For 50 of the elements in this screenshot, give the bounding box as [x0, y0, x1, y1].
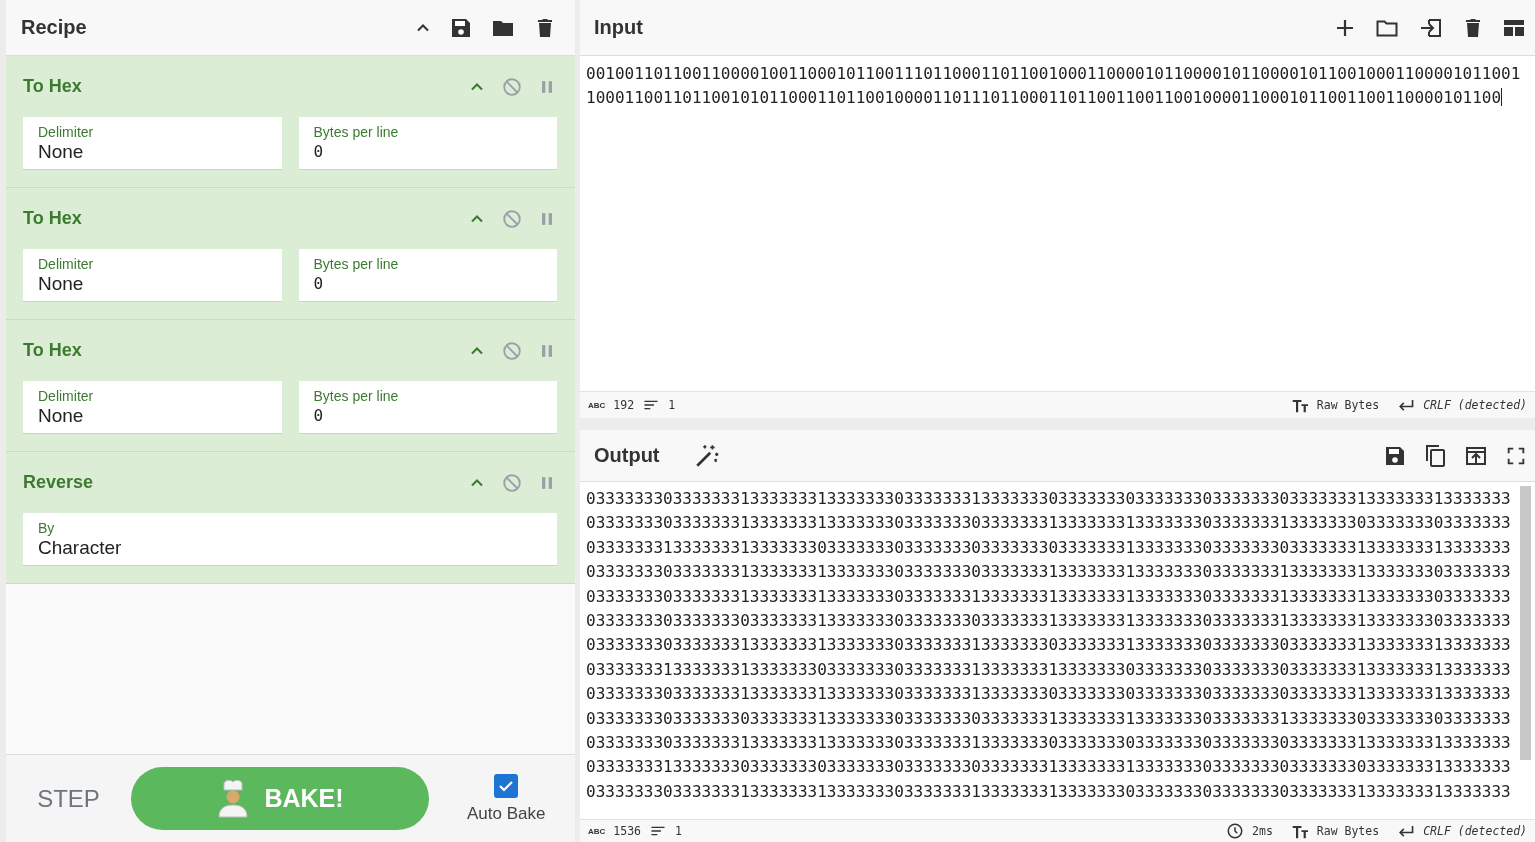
- length-icon: ABC: [588, 400, 606, 410]
- length-icon: ABC: [588, 826, 606, 836]
- dropdown-field[interactable]: Delimiter None: [23, 381, 282, 434]
- output-text-line: 033333330333333313333333133333330333333313333333033333330333333303333333033333331333333313333333: [586, 683, 1511, 706]
- encoding-label[interactable]: Raw Bytes: [1316, 824, 1380, 838]
- operation-title: To Hex: [23, 340, 83, 361]
- input-title: Input: [594, 16, 643, 39]
- auto-bake-checkbox[interactable]: [494, 773, 519, 798]
- return-arrow-icon[interactable]: [1397, 397, 1416, 413]
- output-title: Output: [594, 444, 660, 467]
- line-count: 1: [668, 398, 676, 412]
- auto-bake-label: Auto Bake: [467, 803, 546, 824]
- copy-icon[interactable]: [1423, 443, 1447, 468]
- line-ending-label[interactable]: CRLF (detected): [1423, 824, 1527, 838]
- output-text-line: 033333330333333313333333133333330333333313333333033333330333333303333333033333331333333313333333: [586, 732, 1511, 755]
- step-button[interactable]: STEP: [6, 784, 131, 813]
- bake-time: 2ms: [1252, 824, 1273, 838]
- output-text-line: 033333330333333303333333133333330333333303333333133333331333333303333333133333330333333303333333: [586, 707, 1511, 730]
- scrollbar[interactable]: [1520, 486, 1531, 760]
- operation-title: To Hex: [23, 208, 83, 229]
- length-count: 192: [613, 398, 635, 412]
- output-text-line: 033333331333333313333333033333330333333303333333033333331333333303333333033333331333333313333333: [586, 536, 1511, 559]
- input-text[interactable]: 001001101100110000100110001011001110110001101100100011000010110000101100001011001000110000101100110001100110110010101100011011001000011011101100011011001100110010000110001011001100110000101100: [580, 56, 1527, 116]
- dropdown-field[interactable]: Delimiter None: [23, 117, 282, 170]
- output-text-line: 033333330333333313333333133333330333333313333333033333330333333303333333033333331333333313333333: [586, 488, 1511, 510]
- line-ending-label[interactable]: CRLF (detected): [1423, 398, 1527, 412]
- clock-icon: [1226, 822, 1245, 840]
- number-field[interactable]: Bytes per line 0: [298, 381, 557, 434]
- output-text-line: 033333330333333313333333133333330333333313333333133333330333333303333333033333331333333313333333: [586, 780, 1511, 803]
- output-text-line: 033333330333333313333333133333330333333313333333033333331333333303333333033333331333333313333333: [586, 634, 1511, 657]
- recipe-title: Recipe: [21, 16, 88, 39]
- encoding-label[interactable]: Raw Bytes: [1316, 398, 1380, 412]
- output-text-line: 033333330333333313333333133333330333333303333333133333331333333303333333133333331333333303333333: [586, 561, 1511, 584]
- return-arrow-icon[interactable]: [1397, 823, 1416, 839]
- dropdown-field[interactable]: By Character: [23, 513, 557, 566]
- operation-title: To Hex: [23, 76, 83, 97]
- output-text-line: 033333330333333303333333133333330333333303333333133333331333333303333333133333331333333303333333: [586, 610, 1511, 633]
- text-size-icon[interactable]: [1290, 823, 1309, 839]
- text-size-icon[interactable]: [1290, 397, 1309, 413]
- number-field[interactable]: Bytes per line 0: [298, 117, 557, 170]
- chef-icon: [216, 779, 251, 818]
- line-count: 1: [675, 824, 682, 838]
- output-text-line: 033333331333333303333333033333330333333303333333133333331333333303333333033333330333333313333333: [586, 756, 1511, 779]
- number-field[interactable]: Bytes per line 0: [298, 249, 557, 302]
- output-text-line: 033333330333333313333333133333330333333303333333133333331333333303333333133333330333333303333333: [586, 512, 1511, 535]
- output-text-line: 033333330333333313333333133333330333333313333333133333331333333303333333133333331333333303333333: [586, 585, 1511, 608]
- operation-title: Reverse: [23, 472, 95, 493]
- output-text-line: 033333331333333313333333033333330333333313333333133333330333333303333333033333331333333313333333: [586, 658, 1511, 681]
- dropdown-field[interactable]: Delimiter None: [23, 249, 282, 302]
- length-count: 1536: [613, 824, 642, 838]
